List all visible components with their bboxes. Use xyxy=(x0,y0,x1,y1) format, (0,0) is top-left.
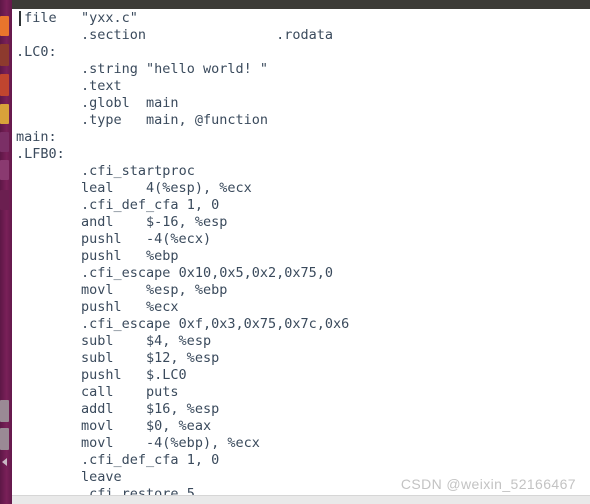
window-titlebar[interactable] xyxy=(12,0,590,9)
launcher-icon-terminal[interactable] xyxy=(0,74,9,96)
screen: .file "yxx.c" .section .rodata .LC0: .st… xyxy=(0,0,590,504)
launcher-icon-files[interactable] xyxy=(0,16,9,36)
launcher-icon-editor[interactable] xyxy=(0,104,9,124)
launcher-icon-devices[interactable] xyxy=(0,428,9,450)
assembly-source-code[interactable]: .file "yxx.c" .section .rodata .LC0: .st… xyxy=(12,9,590,496)
unity-launcher[interactable] xyxy=(0,0,12,504)
window-bottom-strip xyxy=(12,495,590,504)
editor-text-area[interactable]: .file "yxx.c" .section .rodata .LC0: .st… xyxy=(12,9,590,496)
text-caret xyxy=(19,11,21,26)
workspace-switcher-arrow-icon[interactable] xyxy=(2,458,7,466)
launcher-icon-trash[interactable] xyxy=(0,400,9,422)
launcher-icon-firefox[interactable] xyxy=(0,44,9,66)
launcher-icon-software[interactable] xyxy=(0,160,9,180)
csdn-watermark: CSDN @weixin_52166467 xyxy=(400,476,576,492)
launcher-icon-help[interactable] xyxy=(0,190,9,210)
launcher-icon-settings[interactable] xyxy=(0,132,9,152)
